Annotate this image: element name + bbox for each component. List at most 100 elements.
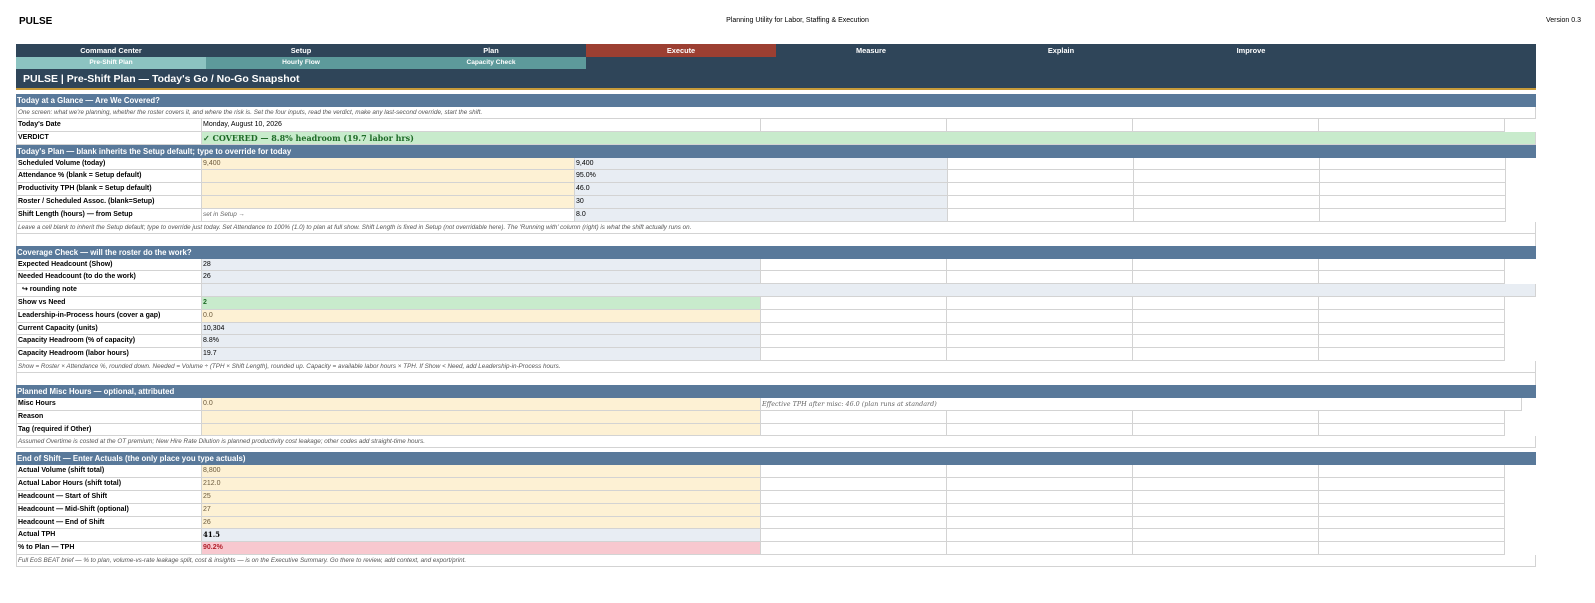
plan-row-input[interactable] bbox=[202, 195, 575, 209]
headcount-end-label: Headcount — End of Shift bbox=[16, 516, 202, 530]
misc-reason-label: Reason bbox=[16, 410, 202, 424]
date-value[interactable]: Monday, August 10, 2026 bbox=[202, 119, 761, 132]
show-vs-need-row: Show vs Need 2 bbox=[16, 296, 1536, 310]
plan-row-running: 9,400 bbox=[575, 157, 948, 171]
pct-to-plan-label: % to Plan — TPH bbox=[16, 542, 202, 555]
headroom-hours-row: Capacity Headroom (labor hours) 19.7 bbox=[16, 348, 1536, 361]
headroom-pct-row: Capacity Headroom (% of capacity) 8.8% bbox=[16, 335, 1536, 349]
actual-volume-input[interactable]: 8,800 bbox=[202, 465, 761, 479]
needed-headcount-label: Needed Headcount (to do the work) bbox=[16, 271, 202, 285]
lip-hours-input[interactable]: 0.0 bbox=[202, 309, 761, 323]
current-capacity-value: 10,304 bbox=[202, 322, 761, 336]
tab-command-center[interactable]: Command Center bbox=[16, 44, 206, 57]
subtab-capacity-check[interactable]: Capacity Check bbox=[396, 57, 586, 69]
actual-hours-input[interactable]: 212.0 bbox=[202, 478, 761, 491]
tab-execute[interactable]: Execute bbox=[586, 44, 776, 57]
plan-row-label: Attendance % (blank = Setup default) bbox=[16, 170, 202, 184]
plan-row: Attendance % (blank = Setup default) 95.… bbox=[16, 170, 1536, 184]
plan-row: Scheduled Volume (today) 9,400 9,400 bbox=[16, 157, 1536, 171]
verdict-badge: ✓ COVERED — 8.8% headroom (19.7 labor hr… bbox=[202, 131, 1536, 145]
effective-tph-note: Effective TPH after misc: 46.0 (plan run… bbox=[761, 397, 1522, 411]
show-vs-need-label: Show vs Need bbox=[16, 296, 202, 310]
headcount-mid-label: Headcount — Mid-Shift (optional) bbox=[16, 503, 202, 517]
glance-note: One screen: what we're planning, whether… bbox=[16, 107, 1536, 119]
expected-headcount-value: 28 bbox=[202, 258, 761, 272]
headcount-end-row: Headcount — End of Shift 26 bbox=[16, 516, 1536, 530]
rounding-note-label: ↪ rounding note bbox=[16, 284, 202, 297]
expected-headcount-label: Expected Headcount (Show) bbox=[16, 258, 202, 272]
tab-measure[interactable]: Measure bbox=[776, 44, 966, 57]
plan-row: Shift Length (hours) — from Setup set in… bbox=[16, 208, 1536, 222]
app-version: Version 0.3 bbox=[1545, 17, 1581, 24]
tab-improve[interactable]: Improve bbox=[1156, 44, 1346, 57]
misc-tag-label: Tag (required if Other) bbox=[16, 423, 202, 437]
misc-note: Assumed Overtime is costed at the OT pre… bbox=[16, 436, 1536, 449]
plan-row-label: Productivity TPH (blank = Setup default) bbox=[16, 183, 202, 196]
tab-plan[interactable]: Plan bbox=[396, 44, 586, 57]
plan-row-input[interactable] bbox=[202, 170, 575, 184]
verdict-label: VERDICT bbox=[16, 131, 202, 145]
rounding-note-row: ↪ rounding note bbox=[16, 284, 1536, 297]
lip-hours-label: Leadership-in-Process hours (cover a gap… bbox=[16, 309, 202, 323]
page-title: PULSE | Pre-Shift Plan — Today's Go / No… bbox=[16, 69, 1536, 90]
misc-tag-row: Tag (required if Other) bbox=[16, 423, 1536, 437]
section-header-glance: Today at a Glance — Are We Covered? bbox=[16, 94, 1536, 107]
plan-row-input: set in Setup → bbox=[202, 208, 575, 222]
headcount-start-row: Headcount — Start of Shift 25 bbox=[16, 490, 1536, 504]
actual-hours-label: Actual Labor Hours (shift total) bbox=[16, 478, 202, 491]
sub-nav: Pre-Shift Plan Hourly Flow Capacity Chec… bbox=[16, 57, 1536, 69]
top-bar: PULSE Planning Utility for Labor, Staffi… bbox=[0, 0, 1595, 44]
rounding-note-value bbox=[202, 284, 1536, 297]
misc-tag-input[interactable] bbox=[202, 423, 761, 437]
expected-headcount-row: Expected Headcount (Show) 28 bbox=[16, 258, 1536, 272]
main-nav: Command Center Setup Plan Execute Measur… bbox=[16, 44, 1536, 57]
headroom-hours-label: Capacity Headroom (labor hours) bbox=[16, 348, 202, 361]
section-header-plan: Today's Plan — blank inherits the Setup … bbox=[16, 144, 1536, 158]
subtab-hourly-flow[interactable]: Hourly Flow bbox=[206, 57, 396, 69]
section-header-coverage: Coverage Check — will the roster do the … bbox=[16, 245, 1536, 259]
date-label: Today's Date bbox=[16, 119, 202, 132]
headcount-end-input[interactable]: 26 bbox=[202, 516, 761, 530]
app-subtitle: Planning Utility for Labor, Staffing & E… bbox=[726, 17, 869, 24]
plan-row-running: 30 bbox=[575, 195, 948, 209]
plan-row: Roster / Scheduled Assoc. (blank=Setup) … bbox=[16, 195, 1536, 209]
main-frame: Command Center Setup Plan Execute Measur… bbox=[16, 44, 1536, 567]
plan-row-label: Shift Length (hours) — from Setup bbox=[16, 208, 202, 222]
current-capacity-row: Current Capacity (units) 10,304 bbox=[16, 322, 1536, 336]
date-row: Today's Date Monday, August 10, 2026 bbox=[16, 119, 1536, 132]
plan-note: Leave a cell blank to inherit the Setup … bbox=[16, 221, 1536, 234]
headroom-pct-value: 8.8% bbox=[202, 335, 761, 349]
pct-to-plan-row: % to Plan — TPH 90.2% bbox=[16, 542, 1536, 555]
actual-tph-label: Actual TPH bbox=[16, 529, 202, 543]
misc-hours-row: Misc Hours 0.0 Effective TPH after misc:… bbox=[16, 397, 1536, 411]
plan-row: Productivity TPH (blank = Setup default)… bbox=[16, 183, 1536, 196]
section-header-misc: Planned Misc Hours — optional, attribute… bbox=[16, 384, 1536, 398]
verdict-row: VERDICT ✓ COVERED — 8.8% headroom (19.7 … bbox=[16, 131, 1536, 145]
misc-reason-select[interactable] bbox=[202, 410, 761, 424]
headroom-hours-value: 19.7 bbox=[202, 348, 761, 361]
headcount-mid-row: Headcount — Mid-Shift (optional) 27 bbox=[16, 503, 1536, 517]
misc-reason-row: Reason bbox=[16, 410, 1536, 424]
headcount-start-label: Headcount — Start of Shift bbox=[16, 490, 202, 504]
plan-row-running: 95.0% bbox=[575, 170, 948, 184]
section-header-end-of-shift: End of Shift — Enter Actuals (the only p… bbox=[16, 452, 1536, 466]
plan-row-label: Roster / Scheduled Assoc. (blank=Setup) bbox=[16, 195, 202, 209]
plan-row-running: 8.0 bbox=[575, 208, 948, 222]
plan-row-input[interactable] bbox=[202, 183, 575, 196]
lip-hours-row: Leadership-in-Process hours (cover a gap… bbox=[16, 309, 1536, 323]
plan-row-label: Scheduled Volume (today) bbox=[16, 157, 202, 171]
headroom-pct-label: Capacity Headroom (% of capacity) bbox=[16, 335, 202, 349]
misc-hours-label: Misc Hours bbox=[16, 397, 202, 411]
subtab-pre-shift-plan[interactable]: Pre-Shift Plan bbox=[16, 57, 206, 69]
headcount-start-input[interactable]: 25 bbox=[202, 490, 761, 504]
tab-setup[interactable]: Setup bbox=[206, 44, 396, 57]
plan-row-input[interactable]: 9,400 bbox=[202, 157, 575, 171]
needed-headcount-value: 26 bbox=[202, 271, 761, 285]
tab-explain[interactable]: Explain bbox=[966, 44, 1156, 57]
headcount-mid-input[interactable]: 27 bbox=[202, 503, 761, 517]
actual-hours-row: Actual Labor Hours (shift total) 212.0 bbox=[16, 478, 1536, 491]
actual-volume-row: Actual Volume (shift total) 8,800 bbox=[16, 465, 1536, 479]
plan-row-running: 46.0 bbox=[575, 183, 948, 196]
misc-hours-input[interactable]: 0.0 bbox=[202, 397, 761, 411]
current-capacity-label: Current Capacity (units) bbox=[16, 322, 202, 336]
